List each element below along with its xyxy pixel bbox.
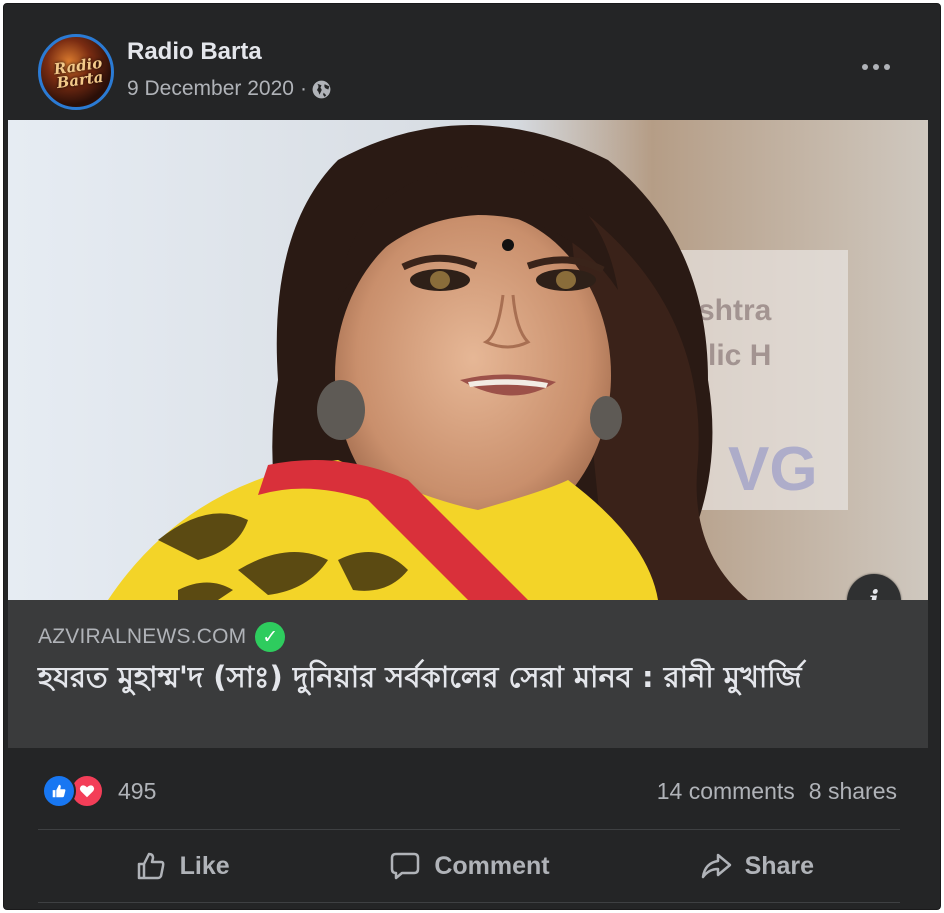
post-card: Radio Barta Radio Barta 9 December 2020 · — [3, 3, 941, 910]
svg-text:lic H: lic H — [708, 339, 771, 372]
link-preview[interactable]: AZVIRALNEWS.COM ✓ হযরত মুহাম্ম'দ (সাঃ) দ… — [8, 600, 928, 748]
more-dot — [873, 64, 879, 70]
comments-count[interactable]: 14 comments — [657, 778, 795, 805]
reaction-summary[interactable]: 495 — [42, 774, 156, 808]
photo-illustration: shtra lic H VG — [8, 120, 928, 600]
link-domain: AZVIRALNEWS.COM ✓ — [38, 622, 286, 652]
more-dot — [862, 64, 868, 70]
avatar-logo: Radio Barta — [52, 53, 105, 93]
check-circle-icon: ✓ — [255, 622, 286, 652]
action-bar: Like Comment Share — [38, 836, 900, 896]
globe-icon[interactable] — [311, 79, 332, 100]
divider — [38, 829, 900, 830]
comment-icon — [391, 852, 420, 880]
link-domain-text: AZVIRALNEWS.COM — [38, 625, 247, 648]
engagement-stats: 14 comments 8 shares — [657, 778, 897, 805]
reaction-count: 495 — [118, 777, 157, 804]
shares-count[interactable]: 8 shares — [809, 778, 897, 805]
page-name[interactable]: Radio Barta — [127, 38, 262, 66]
meta-separator: · — [299, 77, 307, 100]
share-icon — [701, 853, 731, 879]
like-label: Like — [179, 851, 230, 880]
more-options-icon[interactable] — [858, 52, 894, 82]
thumbs-up-icon — [137, 852, 165, 880]
like-button[interactable]: Like — [38, 836, 325, 896]
comment-label: Comment — [434, 851, 550, 880]
svg-text:shtra: shtra — [698, 294, 772, 327]
post-meta: 9 December 2020 · — [127, 77, 332, 101]
post-date[interactable]: 9 December 2020 — [127, 77, 294, 101]
svg-text:VG: VG — [728, 435, 818, 504]
link-preview-image[interactable]: shtra lic H VG — [8, 120, 928, 600]
bottom-divider — [38, 902, 900, 903]
share-button[interactable]: Share — [613, 836, 900, 896]
link-headline[interactable]: হযরত মুহাম্ম'দ (সাঃ) দুনিয়ার সর্বকালের … — [38, 658, 908, 696]
share-label: Share — [744, 851, 815, 880]
more-dot — [884, 64, 890, 70]
like-icon — [42, 774, 76, 808]
comment-button[interactable]: Comment — [325, 836, 612, 896]
page-avatar[interactable]: Radio Barta — [38, 34, 114, 110]
